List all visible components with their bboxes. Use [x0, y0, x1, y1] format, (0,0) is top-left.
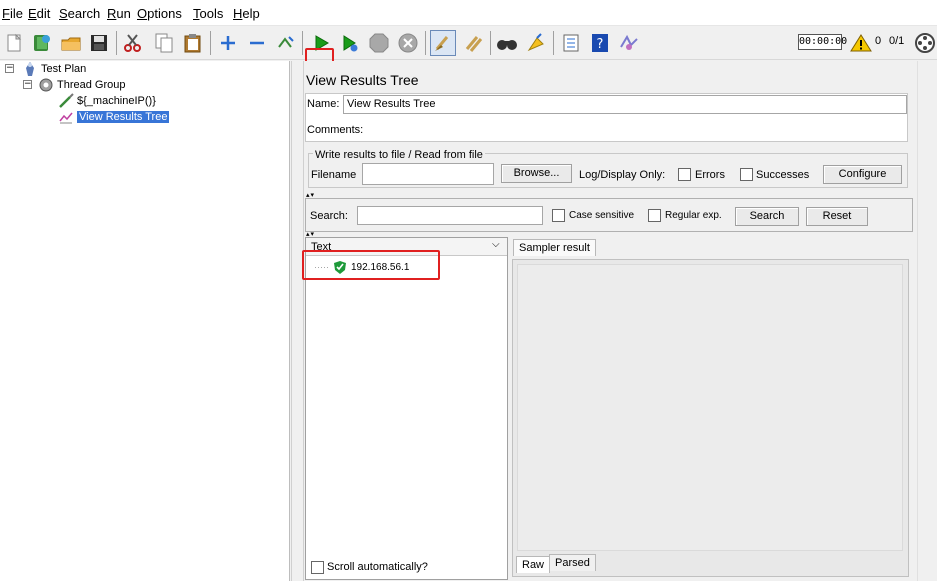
- start-no-pauses-icon[interactable]: [337, 30, 363, 56]
- reset-search-icon[interactable]: [523, 30, 549, 56]
- thread-group-icon: [38, 77, 54, 93]
- toolbar-separator: [302, 31, 303, 55]
- results-list-panel: [305, 237, 508, 580]
- templates-icon[interactable]: [29, 30, 55, 56]
- new-icon[interactable]: [1, 30, 27, 56]
- search-icon[interactable]: [494, 30, 520, 56]
- chevron-down-icon: ⌵: [492, 239, 500, 250]
- scroll-auto-checkbox[interactable]: [311, 561, 324, 574]
- search-input[interactable]: [357, 206, 543, 225]
- toggle-icon[interactable]: [272, 30, 298, 56]
- reset-button[interactable]: Reset: [806, 207, 868, 226]
- warning-count: 0: [875, 35, 882, 47]
- successes-label: Successes: [756, 169, 810, 181]
- comments-field[interactable]: [363, 120, 907, 140]
- menu-options[interactable]: Options: [137, 6, 182, 21]
- result-highlight-box: [302, 250, 440, 280]
- regular-exp-checkbox[interactable]: [648, 209, 661, 222]
- case-sensitive-checkbox[interactable]: [552, 209, 565, 222]
- test-plan-tree: − Test Plan − Thread Group ${_machineIP(…: [0, 61, 290, 581]
- split-divider[interactable]: [291, 61, 304, 581]
- cut-icon[interactable]: [120, 30, 146, 56]
- tree-item-label: View Results Tree: [77, 111, 170, 123]
- tree-item-view-results-tree[interactable]: View Results Tree: [58, 109, 170, 125]
- errors-label: Errors: [695, 169, 725, 181]
- file-group-title: Write results to file / Read from file: [313, 149, 485, 161]
- regular-exp-label: Regular exp.: [665, 210, 722, 221]
- menu-search[interactable]: Search: [59, 6, 100, 21]
- tab-raw[interactable]: Raw: [516, 556, 551, 573]
- view-results-tree-panel: View Results Tree Name: View Results Tre…: [302, 61, 937, 581]
- toolbar-separator: [553, 31, 554, 55]
- test-plan-icon: [22, 61, 38, 77]
- search-button[interactable]: Search: [735, 207, 799, 226]
- toolbar-separator: [116, 31, 117, 55]
- browse-button[interactable]: Browse...: [501, 164, 572, 183]
- name-label: Name:: [307, 98, 340, 110]
- tree-item-label: Thread Group: [57, 79, 126, 91]
- tree-expander-thread-group[interactable]: −: [23, 80, 32, 89]
- log-display-label: Log/Display Only:: [579, 169, 666, 181]
- tab-parsed[interactable]: Parsed: [549, 554, 596, 571]
- warning-icon[interactable]: [848, 30, 874, 56]
- menu-file[interactable]: File: [2, 6, 23, 21]
- menu-tools[interactable]: Tools: [193, 6, 223, 21]
- tree-item-label: Test Plan: [41, 63, 87, 75]
- collapse-icon[interactable]: [244, 30, 270, 56]
- function-helper-icon[interactable]: [558, 30, 584, 56]
- listener-icon: [58, 109, 74, 125]
- expand-icon[interactable]: [215, 30, 241, 56]
- thread-count: 0/1: [889, 35, 905, 47]
- configure-button[interactable]: Configure: [823, 165, 902, 184]
- sampler-icon: [58, 93, 74, 109]
- remote-icon[interactable]: [616, 30, 642, 56]
- clear-all-icon[interactable]: [460, 30, 486, 56]
- tree-item-label: ${_machineIP()}: [77, 95, 156, 107]
- tree-item-thread-group[interactable]: Thread Group: [38, 77, 125, 93]
- scroll-auto-label: Scroll automatically?: [327, 561, 428, 573]
- svg-text:?: ?: [597, 37, 604, 52]
- open-icon[interactable]: [58, 30, 84, 56]
- toolbar: ? 00:00:00 0 0/1: [0, 27, 937, 86]
- menu-help[interactable]: Help: [233, 6, 260, 21]
- case-sensitive-label: Case sensitive: [569, 210, 635, 221]
- tree-item-test-plan[interactable]: Test Plan: [22, 61, 86, 77]
- successes-checkbox[interactable]: [740, 168, 753, 181]
- paste-icon[interactable]: [180, 30, 206, 56]
- stop-icon[interactable]: [366, 30, 392, 56]
- sampler-result-content: [517, 264, 903, 551]
- menu-run[interactable]: Run: [107, 6, 131, 21]
- filename-field[interactable]: [362, 163, 494, 185]
- tab-sampler-result[interactable]: Sampler result: [513, 239, 596, 256]
- filename-label: Filename: [311, 169, 357, 181]
- tree-item-sampler[interactable]: ${_machineIP()}: [58, 93, 156, 109]
- menu-bar: File Edit Search Run Options Tools Help: [0, 0, 937, 26]
- save-icon[interactable]: [86, 30, 112, 56]
- copy-icon[interactable]: [151, 30, 177, 56]
- shutdown-icon[interactable]: [395, 30, 421, 56]
- tree-expander-test-plan[interactable]: −: [5, 64, 14, 73]
- toolbar-separator: [490, 31, 491, 55]
- panel-title: View Results Tree: [306, 72, 419, 88]
- help-icon[interactable]: ?: [587, 30, 613, 56]
- elapsed-timer: 00:00:00: [798, 34, 847, 50]
- vertical-scrollbar[interactable]: [917, 61, 937, 581]
- toolbar-separator: [425, 31, 426, 55]
- remote-status-icon[interactable]: [912, 30, 937, 56]
- menu-edit[interactable]: Edit: [28, 6, 50, 21]
- clear-icon[interactable]: [430, 30, 456, 56]
- search-label: Search:: [310, 210, 348, 222]
- errors-checkbox[interactable]: [678, 168, 691, 181]
- name-field[interactable]: View Results Tree: [343, 95, 907, 114]
- comments-label: Comments:: [307, 124, 364, 136]
- toolbar-separator: [210, 31, 211, 55]
